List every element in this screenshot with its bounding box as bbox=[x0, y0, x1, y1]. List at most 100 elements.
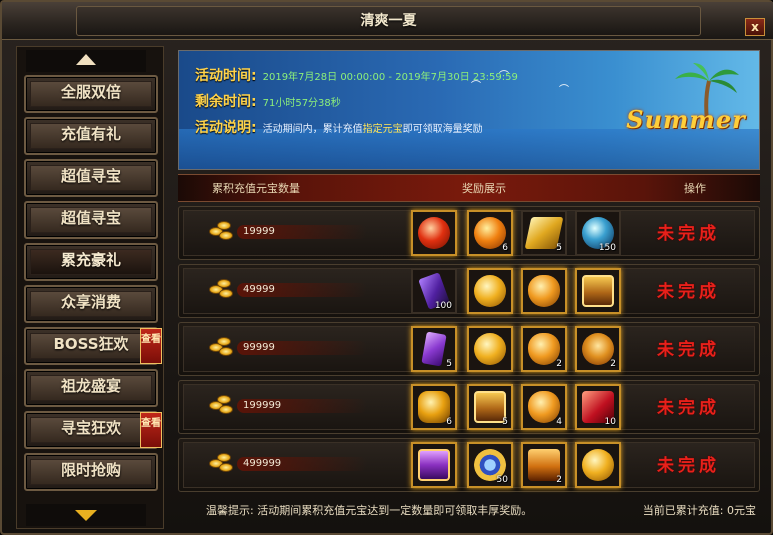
reward-quantity: 10 bbox=[604, 417, 616, 427]
sidebar-item-label: 寻宝狂欢 bbox=[60, 419, 121, 437]
sidebar-item-label: 限时抢购 bbox=[60, 461, 121, 479]
purple-chest-icon bbox=[418, 449, 450, 481]
reward-slot[interactable]: 150 bbox=[575, 210, 621, 256]
reward-slot[interactable]: 6 bbox=[467, 210, 513, 256]
recharge-amount: 49999 bbox=[243, 284, 275, 295]
sidebar-item[interactable]: BOSS狂欢 查看 bbox=[24, 327, 162, 365]
col-amount-header: 累积充值元宝数量 bbox=[212, 182, 300, 195]
table-header: 累积充值元宝数量 奖励展示 操作 bbox=[178, 174, 760, 202]
status-text: 未完成 bbox=[657, 340, 720, 360]
reward-slot[interactable] bbox=[411, 210, 457, 256]
remaining-time-value: 71小时57分38秒 bbox=[262, 98, 341, 109]
window-title: 清爽一夏 bbox=[360, 13, 417, 29]
purple-crystal-icon bbox=[421, 331, 447, 367]
reward-slot[interactable]: 5 bbox=[521, 210, 567, 256]
reward-slot[interactable]: 10 bbox=[575, 384, 621, 430]
chevron-down-icon bbox=[75, 510, 97, 521]
reward-slot[interactable]: 2 bbox=[521, 326, 567, 372]
event-time-value: 2019年7月28日 00:00:00 - 2019年7月30日 23:59:5… bbox=[262, 72, 518, 83]
reward-slot[interactable]: 5 bbox=[467, 384, 513, 430]
reward-quantity: 4 bbox=[556, 417, 562, 427]
sidebar-item[interactable]: 超值寻宝 bbox=[24, 159, 158, 197]
event-desc-pre: 活动期间内，累计充值 bbox=[262, 124, 363, 135]
sidebar-item[interactable]: 全服双倍 bbox=[24, 75, 158, 113]
gold-chest-icon bbox=[582, 275, 614, 307]
sidebar-item-label: 祖龙盛宴 bbox=[60, 377, 121, 395]
coin-icon bbox=[217, 453, 231, 462]
status-text: 未完成 bbox=[657, 282, 720, 302]
sidebar-item[interactable]: 充值有礼 bbox=[24, 117, 158, 155]
status-text: 未完成 bbox=[657, 224, 720, 244]
reward-quantity: 150 bbox=[598, 243, 616, 253]
main-panel: ⌒ ⌒ ⌒ 活动时间: 2019年7月28日 00:00:00 - 2019年7月… bbox=[172, 46, 762, 526]
reward-slot[interactable] bbox=[411, 442, 457, 488]
event-banner: ⌒ ⌒ ⌒ 活动时间: 2019年7月28日 00:00:00 - 2019年7月… bbox=[178, 50, 760, 170]
reward-slot[interactable]: 5 bbox=[411, 326, 457, 372]
reward-slot[interactable] bbox=[467, 268, 513, 314]
coin-icon bbox=[217, 279, 231, 288]
event-window: 清爽一夏 x 全服双倍 充值有礼 超值寻宝 超值寻宝 累充豪礼 众享消费 BOSS狂欢 查看祖… bbox=[0, 0, 773, 535]
col-action-header: 操作 bbox=[684, 182, 706, 195]
title-bar: 清爽一夏 x bbox=[2, 2, 773, 40]
reward-slot[interactable]: 6 bbox=[411, 384, 457, 430]
coin-icon bbox=[217, 221, 231, 230]
col-rewards-header: 奖励展示 bbox=[462, 182, 506, 195]
seagull-icon: ⌒ bbox=[559, 85, 569, 96]
coin-icon bbox=[219, 463, 233, 472]
reward-row: 19999 6 5 150 未完成 bbox=[178, 206, 760, 260]
sidebar-item[interactable]: 众享消费 bbox=[24, 285, 158, 323]
reward-quantity: 5 bbox=[446, 359, 452, 369]
sidebar-item-label: 众享消费 bbox=[60, 293, 121, 311]
event-time-label: 活动时间: bbox=[195, 68, 257, 84]
sidebar-item-label: 超值寻宝 bbox=[60, 209, 121, 227]
reward-row: 499999 50 2 未完成 bbox=[178, 438, 760, 492]
sidebar-item[interactable]: 祖龙盛宴 bbox=[24, 369, 158, 407]
recharge-amount: 99999 bbox=[243, 342, 275, 353]
sidebar-item[interactable]: 累充豪礼 bbox=[24, 243, 158, 281]
sidebar-item[interactable]: 超值寻宝 bbox=[24, 201, 158, 239]
sidebar-item-label: 超值寻宝 bbox=[60, 167, 121, 185]
reward-quantity: 2 bbox=[556, 359, 562, 369]
gold-ball-icon bbox=[474, 333, 506, 365]
reward-slot[interactable]: 100 bbox=[411, 268, 457, 314]
reward-quantity: 100 bbox=[434, 301, 452, 311]
event-time-row: 活动时间: 2019年7月28日 00:00:00 - 2019年7月30日 23… bbox=[195, 65, 518, 85]
sidebar-item-label: BOSS狂欢 bbox=[53, 335, 129, 353]
reward-quantity: 6 bbox=[446, 417, 452, 427]
status-text: 未完成 bbox=[657, 456, 720, 476]
event-desc-post: 即可领取海量奖励 bbox=[402, 124, 483, 135]
reward-quantity: 6 bbox=[502, 243, 508, 253]
reward-quantity: 50 bbox=[496, 475, 508, 485]
footer-tip: 温馨提示: 活动期间累积充值元宝达到一定数量即可领取丰厚奖励。 bbox=[206, 504, 533, 517]
reward-slot[interactable] bbox=[467, 326, 513, 372]
recharge-amount: 19999 bbox=[243, 226, 275, 237]
event-desc-row: 活动说明: 活动期间内，累计充值指定元宝即可领取海量奖励 bbox=[195, 117, 483, 137]
reward-slot[interactable] bbox=[575, 268, 621, 314]
coin-icon bbox=[219, 231, 233, 240]
reward-slot[interactable] bbox=[575, 442, 621, 488]
view-badge-button[interactable]: 查看 bbox=[140, 328, 162, 364]
recharge-amount: 499999 bbox=[243, 458, 282, 469]
reward-slot[interactable]: 50 bbox=[467, 442, 513, 488]
gold-coins-icon bbox=[209, 337, 235, 357]
summer-logo-text: Summer bbox=[626, 105, 746, 134]
sidebar-item-label: 累充豪礼 bbox=[60, 251, 121, 269]
remaining-time-row: 剩余时间: 71小时57分38秒 bbox=[195, 91, 341, 111]
reward-slot[interactable] bbox=[521, 268, 567, 314]
event-desc-label: 活动说明: bbox=[195, 120, 257, 136]
summer-logo: Summer bbox=[621, 61, 751, 161]
remaining-time-label: 剩余时间: bbox=[195, 94, 257, 110]
view-badge-button[interactable]: 查看 bbox=[140, 412, 162, 448]
sidebar-item-label: 充值有礼 bbox=[60, 125, 121, 143]
gold-coins-icon bbox=[209, 221, 235, 241]
coin-icon bbox=[217, 337, 231, 346]
scroll-down-button[interactable] bbox=[26, 504, 146, 526]
scroll-up-button[interactable] bbox=[26, 50, 146, 72]
reward-slot[interactable]: 4 bbox=[521, 384, 567, 430]
reward-slot[interactable]: 2 bbox=[575, 326, 621, 372]
sidebar-item[interactable]: 寻宝狂欢 查看 bbox=[24, 411, 162, 449]
sidebar-item[interactable]: 限时抢购 bbox=[24, 453, 158, 491]
close-button[interactable]: x bbox=[745, 18, 765, 36]
reward-slot[interactable]: 2 bbox=[521, 442, 567, 488]
gold-coins-icon bbox=[209, 453, 235, 473]
